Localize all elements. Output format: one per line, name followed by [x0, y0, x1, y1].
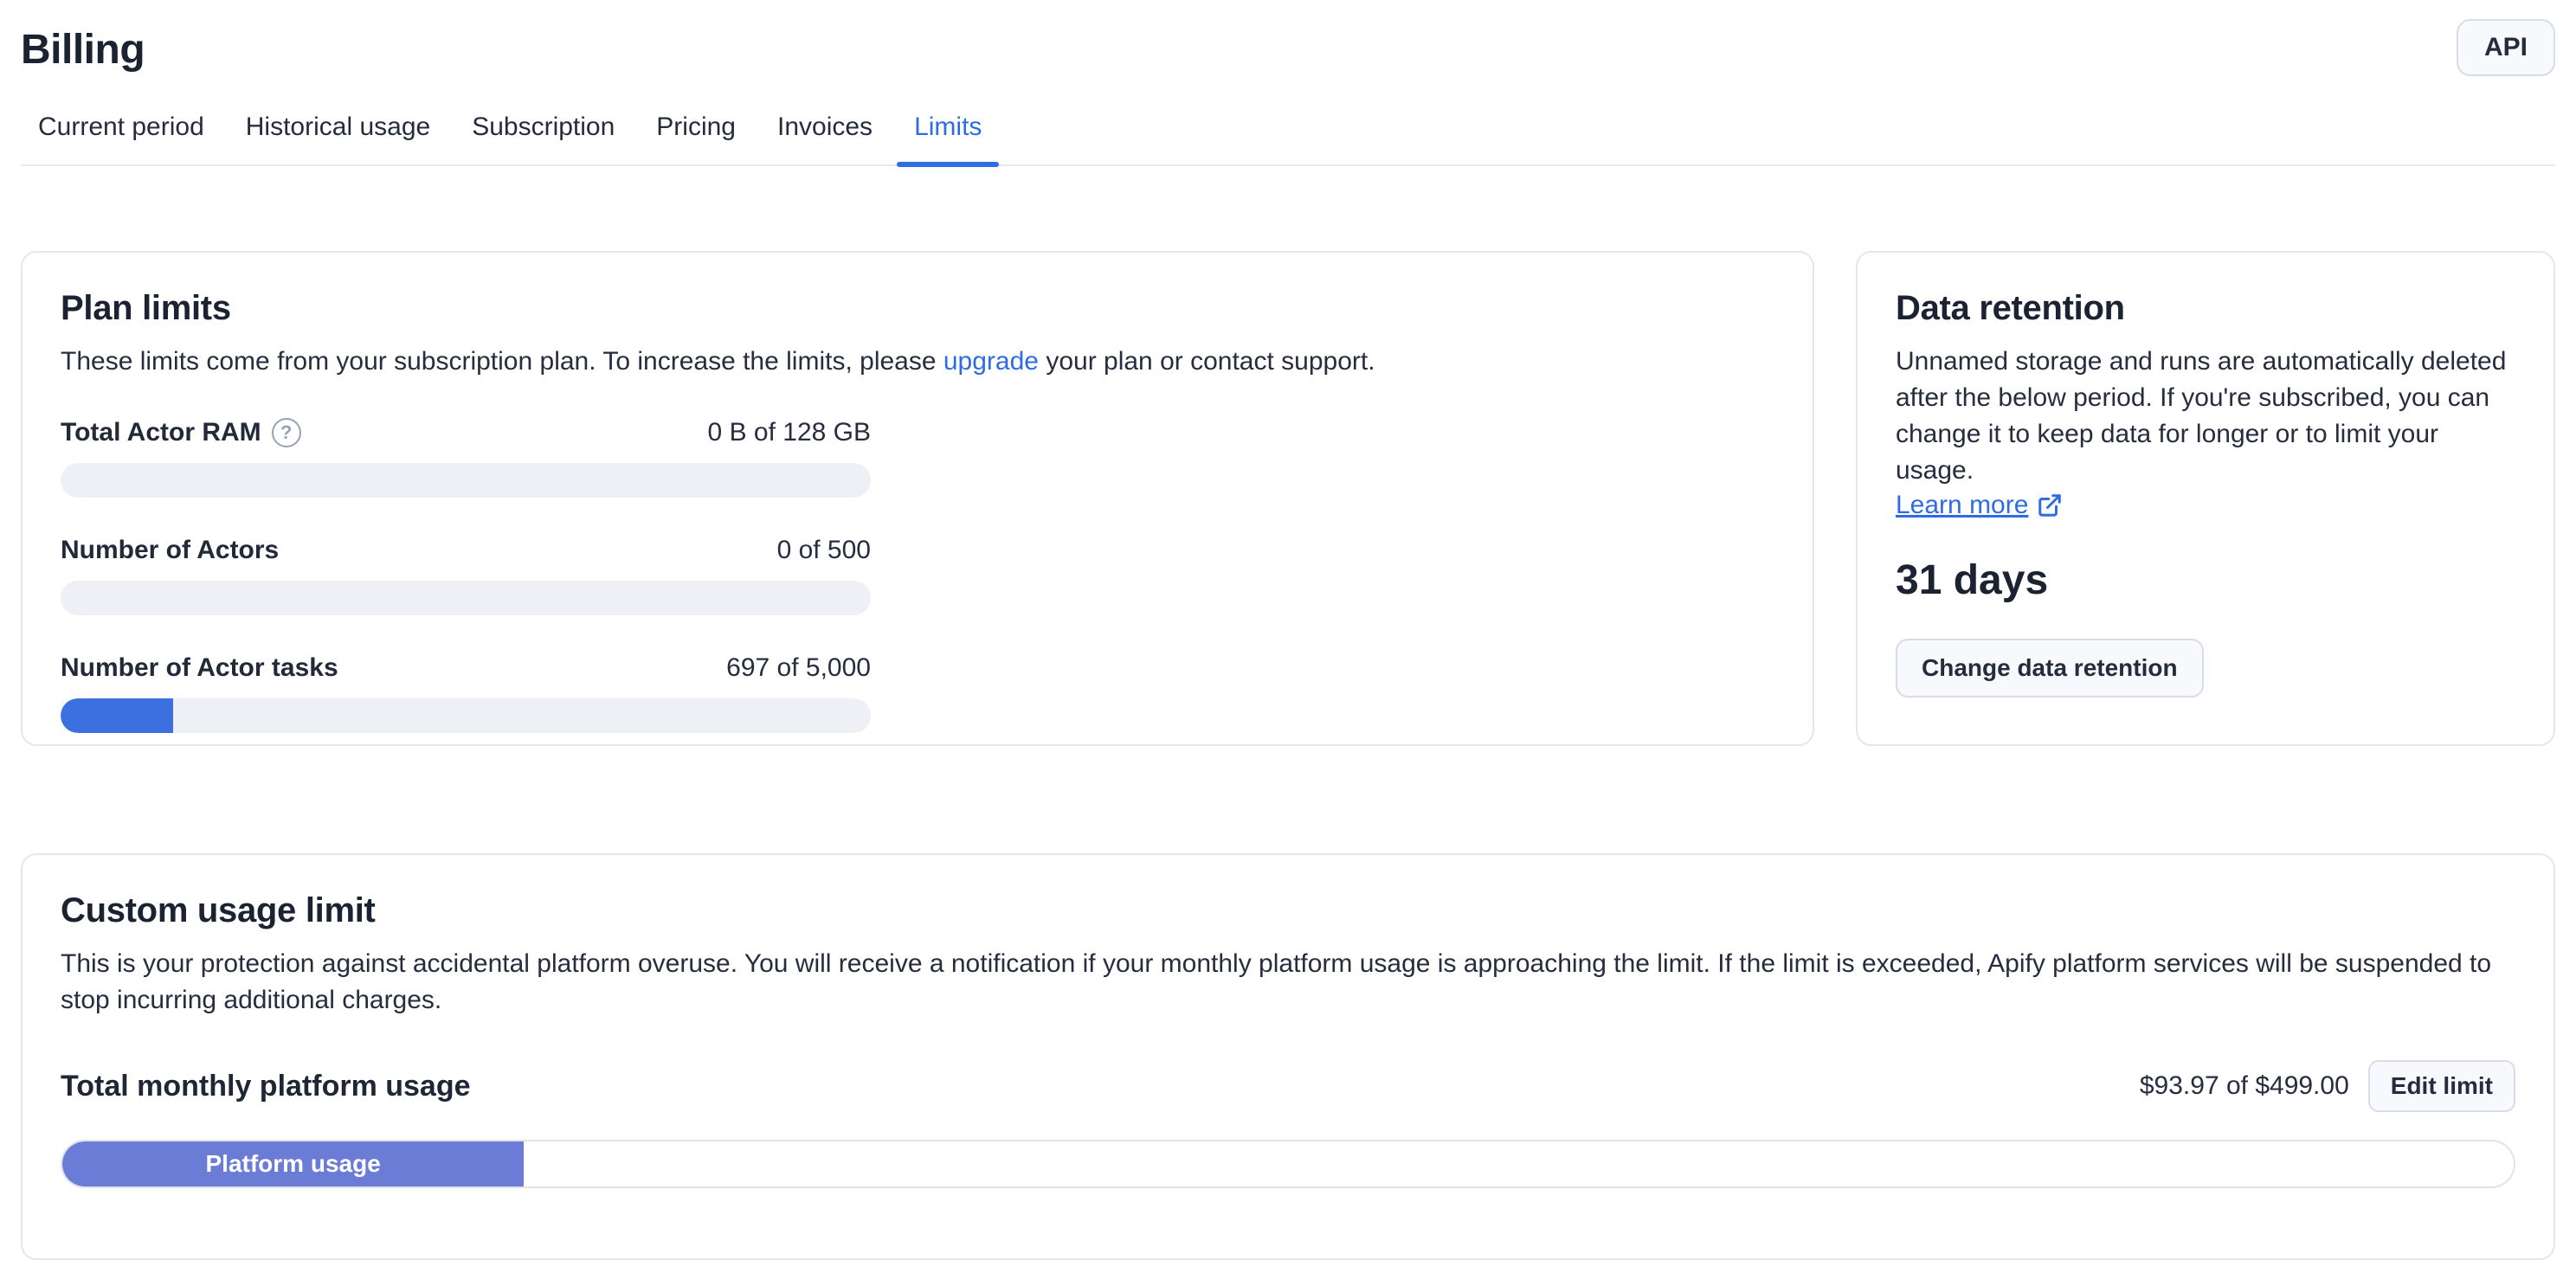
edit-limit-button[interactable]: Edit limit: [2368, 1060, 2515, 1112]
platform-usage-bar-label: Platform usage: [205, 1150, 380, 1178]
cards-row: Plan limits These limits come from your …: [21, 251, 2555, 746]
learn-more-link[interactable]: Learn more: [1896, 491, 2063, 520]
total-monthly-platform-usage-label: Total monthly platform usage: [61, 1070, 471, 1103]
data-retention-title: Data retention: [1896, 289, 2515, 328]
custom-usage-limit-card: Custom usage limit This is your protecti…: [21, 853, 2555, 1260]
progress-track: [61, 698, 871, 733]
plan-limits-title: Plan limits: [61, 289, 1774, 328]
usage-head-row: Total monthly platform usage $93.97 of $…: [61, 1060, 2515, 1112]
limit-value: 697 of 5,000: [726, 653, 871, 683]
limit-row-number-of-actors: Number of Actors 0 of 500: [61, 536, 871, 615]
learn-more-label: Learn more: [1896, 491, 2028, 520]
tab-current-period[interactable]: Current period: [21, 113, 222, 164]
usage-progress-track: Platform usage: [61, 1140, 2515, 1188]
limit-value: 0 B of 128 GB: [708, 418, 871, 447]
limit-row-total-actor-ram: Total Actor RAM ? 0 B of 128 GB: [61, 418, 871, 498]
tab-pricing[interactable]: Pricing: [639, 113, 753, 164]
custom-usage-limit-title: Custom usage limit: [61, 891, 2515, 930]
limit-label-text: Total Actor RAM: [61, 418, 261, 447]
billing-page: Billing API Current period Historical us…: [0, 0, 2576, 1260]
tab-invoices[interactable]: Invoices: [760, 113, 890, 164]
billing-tabs: Current period Historical usage Subscrip…: [21, 113, 2555, 166]
page-header: Billing API: [21, 19, 2555, 76]
data-retention-card: Data retention Unnamed storage and runs …: [1856, 251, 2555, 746]
tab-limits[interactable]: Limits: [897, 113, 999, 164]
upgrade-link[interactable]: upgrade: [943, 347, 1039, 376]
limit-rows: Total Actor RAM ? 0 B of 128 GB Number o…: [61, 418, 871, 733]
external-link-icon: [2037, 492, 2063, 518]
progress-fill: [61, 698, 173, 733]
progress-track: [61, 463, 871, 498]
custom-usage-limit-description: This is your protection against accident…: [61, 946, 2515, 1019]
plan-limits-card: Plan limits These limits come from your …: [21, 251, 1814, 746]
limit-value: 0 of 500: [777, 536, 871, 565]
api-button[interactable]: API: [2457, 19, 2555, 76]
retention-period-value: 31 days: [1896, 556, 2515, 604]
page-title: Billing: [21, 19, 145, 74]
progress-track: [61, 581, 871, 615]
plan-limits-description-after: your plan or contact support.: [1039, 347, 1375, 376]
limit-row-number-of-actor-tasks: Number of Actor tasks 697 of 5,000: [61, 653, 871, 733]
limit-label-text: Number of Actors: [61, 536, 279, 565]
usage-progress-fill: Platform usage: [62, 1141, 524, 1186]
data-retention-description: Unnamed storage and runs are automatical…: [1896, 344, 2515, 489]
limit-label-text: Number of Actor tasks: [61, 653, 338, 683]
plan-limits-description-before: These limits come from your subscription…: [61, 347, 943, 376]
usage-amount-value: $93.97 of $499.00: [2140, 1071, 2349, 1101]
help-icon[interactable]: ?: [272, 418, 301, 447]
tab-subscription[interactable]: Subscription: [454, 113, 632, 164]
plan-limits-description: These limits come from your subscription…: [61, 344, 1774, 380]
tab-historical-usage[interactable]: Historical usage: [229, 113, 448, 164]
change-data-retention-button[interactable]: Change data retention: [1896, 639, 2204, 698]
